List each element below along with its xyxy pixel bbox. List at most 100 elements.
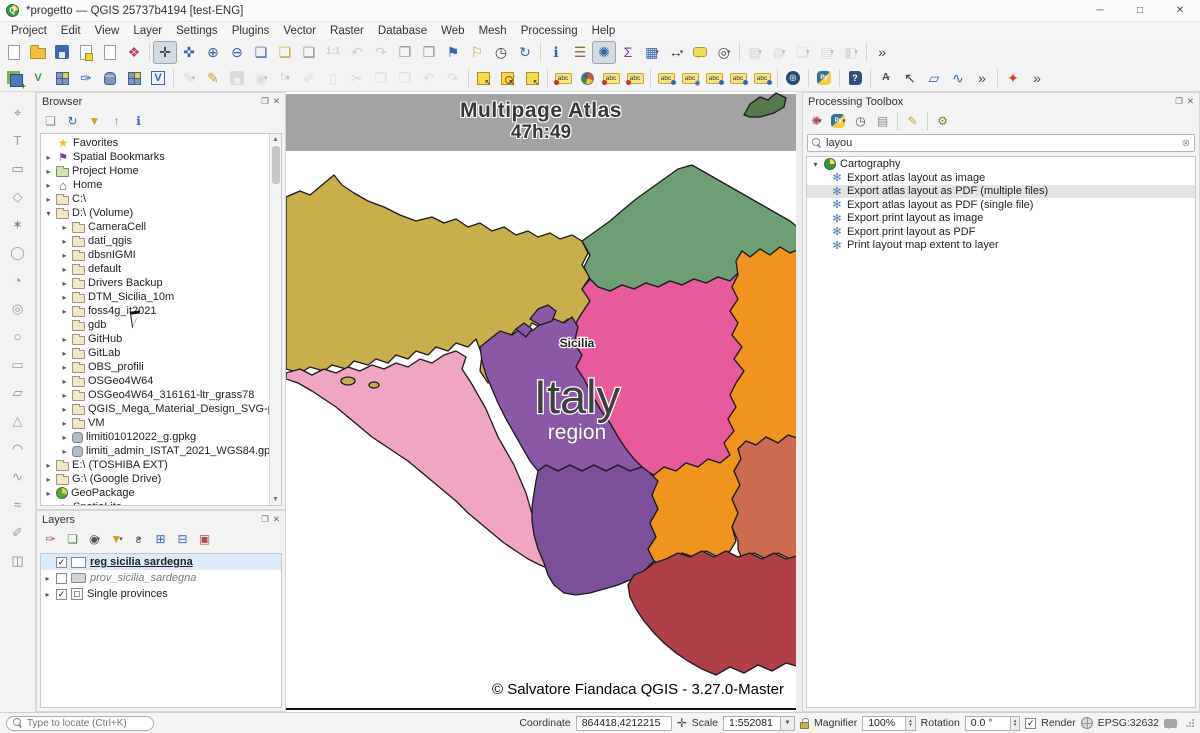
refresh-map-icon[interactable]: ↻ xyxy=(513,41,537,64)
browser-item[interactable]: ▸VM xyxy=(41,416,281,430)
expand-arrow-icon[interactable]: ▸ xyxy=(60,265,69,274)
toolbar-extension-2-icon[interactable]: » xyxy=(970,67,994,90)
layer-visibility-checkbox[interactable]: ✓ xyxy=(56,589,67,600)
show-sum-icon[interactable]: Σ xyxy=(616,41,640,64)
browser-item[interactable]: ▸Drivers Backup xyxy=(41,276,281,290)
expand-arrow-icon[interactable]: ▸ xyxy=(43,590,52,599)
browser-item[interactable]: ▸OSGeo4W64 xyxy=(41,374,281,388)
expand-arrow-icon[interactable]: ▸ xyxy=(43,574,52,583)
layer-item[interactable]: ▸prov_sicilia_sardegna xyxy=(41,570,281,586)
browser-item[interactable]: ▾D:\ (Volume) xyxy=(41,206,281,220)
browser-item[interactable]: ▸GeoPackage xyxy=(41,486,281,500)
rectangle-2points-icon[interactable]: ▭ xyxy=(6,354,30,375)
layer-item[interactable]: ▸✓Single provinces xyxy=(41,586,281,602)
zoom-full-extent-icon[interactable]: ❏ xyxy=(249,41,273,64)
expand-arrow-icon[interactable]: ▸ xyxy=(44,195,53,204)
refresh-browser-icon[interactable]: ↻ xyxy=(62,111,83,130)
select-features-icon[interactable]: ▾ xyxy=(472,67,496,90)
menu-project[interactable]: Project xyxy=(4,24,54,38)
processing-toolbox-icon[interactable]: ✺ xyxy=(592,41,616,64)
expand-arrow-icon[interactable]: ▸ xyxy=(60,377,69,386)
browser-item[interactable]: ▸default xyxy=(41,262,281,276)
expand-arrow-icon[interactable]: ▸ xyxy=(60,251,69,260)
open-layer-styling-icon[interactable]: ✑ xyxy=(40,529,61,548)
expand-arrow-icon[interactable]: ▸ xyxy=(60,419,69,428)
browser-item[interactable]: ▸GitHub xyxy=(41,332,281,346)
edit-features-in-place-icon[interactable]: ✎ xyxy=(902,111,923,130)
expand-arrow-icon[interactable]: ▸ xyxy=(60,349,69,358)
messages-icon[interactable] xyxy=(1164,719,1177,728)
menu-mesh[interactable]: Mesh xyxy=(472,24,514,38)
new-bookmark-icon[interactable]: ⚐ xyxy=(465,41,489,64)
expand-arrow-icon[interactable]: ▸ xyxy=(60,279,69,288)
menu-edit[interactable]: Edit xyxy=(54,24,88,38)
zoom-out-icon[interactable]: ⊖ xyxy=(225,41,249,64)
coordinate-value[interactable]: 864418,4212215 xyxy=(576,716,672,731)
expand-arrow-icon[interactable]: ▸ xyxy=(44,153,53,162)
style-manager-icon[interactable]: ❖ xyxy=(122,41,146,64)
magnifier-spinner[interactable]: ▲▼ xyxy=(906,716,915,731)
deselect-features-icon[interactable]: ▾ xyxy=(496,67,520,90)
float-panel-icon[interactable]: ❐ xyxy=(1175,96,1183,107)
stream-digitizing-icon[interactable]: ≈ xyxy=(6,494,30,515)
identify-features-icon[interactable]: ℹ xyxy=(544,41,568,64)
browser-item[interactable]: ▸QGIS_Mega_Material_Design_SVG-pack xyxy=(41,402,281,416)
open-attribute-table-icon[interactable]: ▦▾ xyxy=(640,41,664,64)
scroll-up-icon[interactable]: ▲ xyxy=(272,134,279,145)
menu-database[interactable]: Database xyxy=(371,24,434,38)
processing-options-icon[interactable]: ⚙ xyxy=(932,111,953,130)
browser-item[interactable]: ▸dati_qgis xyxy=(41,234,281,248)
expand-arrow-icon[interactable]: ▸ xyxy=(60,307,69,316)
data-source-manager-icon[interactable] xyxy=(2,67,26,90)
browser-item[interactable]: ▸dbsnIGMI xyxy=(41,248,281,262)
expand-arrow-icon[interactable]: ▸ xyxy=(60,391,69,400)
expand-arrow-icon[interactable]: ▸ xyxy=(44,461,53,470)
expand-arrow-icon[interactable]: ▸ xyxy=(60,447,69,456)
add-group-icon[interactable]: ❏ xyxy=(62,529,83,548)
maximize-button-icon[interactable]: □ xyxy=(1120,0,1160,21)
expand-arrow-icon[interactable]: ▸ xyxy=(44,167,53,176)
scale-lock-icon[interactable] xyxy=(800,722,809,729)
expand-arrow-icon[interactable]: ▸ xyxy=(44,489,53,498)
add-selected-layers-icon[interactable]: ❏ xyxy=(40,111,61,130)
browser-item[interactable]: SpatiaLite xyxy=(41,500,281,506)
show-layout-manager-icon[interactable] xyxy=(98,41,122,64)
label-red-icon[interactable] xyxy=(623,67,647,90)
history-icon[interactable]: ◷ xyxy=(850,111,871,130)
statistical-summary-icon[interactable]: ☰ xyxy=(568,41,592,64)
menu-help[interactable]: Help xyxy=(585,24,623,38)
expand-arrow-icon[interactable]: ▸ xyxy=(60,237,69,246)
menu-web[interactable]: Web xyxy=(434,24,471,38)
browser-item[interactable]: ▸CameraCell xyxy=(41,220,281,234)
algorithm-item[interactable]: ✻Print layout map extent to layer xyxy=(807,239,1195,253)
float-panel-icon[interactable]: ❐ xyxy=(261,514,269,525)
rotation-value[interactable]: 0.0 ° xyxy=(965,716,1011,731)
filter-legend-icon[interactable]: ▼▾ xyxy=(106,529,127,548)
circle-center-point-icon[interactable]: ◎ xyxy=(6,298,30,319)
toggle-editing-icon[interactable]: ✎ xyxy=(201,67,225,90)
new-print-layout-icon[interactable] xyxy=(74,41,98,64)
add-wms-layer-icon[interactable]: V xyxy=(146,67,170,90)
expand-arrow-icon[interactable]: ▸ xyxy=(60,433,69,442)
expand-arrow-icon[interactable]: ▸ xyxy=(60,363,69,372)
models-icon[interactable]: ✺▾ xyxy=(806,111,827,130)
processing-search-input[interactable] xyxy=(826,137,1178,149)
close-panel-icon[interactable]: ✕ xyxy=(1187,96,1194,107)
algorithm-item[interactable]: ✻Export atlas layout as PDF (multiple fi… xyxy=(807,185,1195,199)
layer-diagram-icon[interactable] xyxy=(575,67,599,90)
select-by-location-icon[interactable] xyxy=(520,67,544,90)
properties-widget-icon[interactable]: ℹ xyxy=(128,111,149,130)
extents-icon[interactable]: ✛ xyxy=(677,716,687,730)
browser-item[interactable]: ▸DTM_Sicilia_10m xyxy=(41,290,281,304)
pan-to-selection-icon[interactable]: ✜ xyxy=(177,41,201,64)
search-tool-icon[interactable]: ◎▾ xyxy=(712,41,736,64)
locate-input[interactable] xyxy=(27,718,159,729)
browser-item[interactable]: ▸Spatial Bookmarks xyxy=(41,150,281,164)
python-console-icon[interactable]: Py xyxy=(812,67,836,90)
add-polygon-annotation-icon[interactable]: ▱ xyxy=(922,67,946,90)
menu-view[interactable]: View xyxy=(88,24,127,38)
expand-arrow-icon[interactable]: ▸ xyxy=(60,335,69,344)
resize-grip[interactable] xyxy=(1186,719,1194,727)
rotation-spinner[interactable]: ▲▼ xyxy=(1011,716,1020,731)
metasearch-icon[interactable]: ⊕ xyxy=(781,67,805,90)
